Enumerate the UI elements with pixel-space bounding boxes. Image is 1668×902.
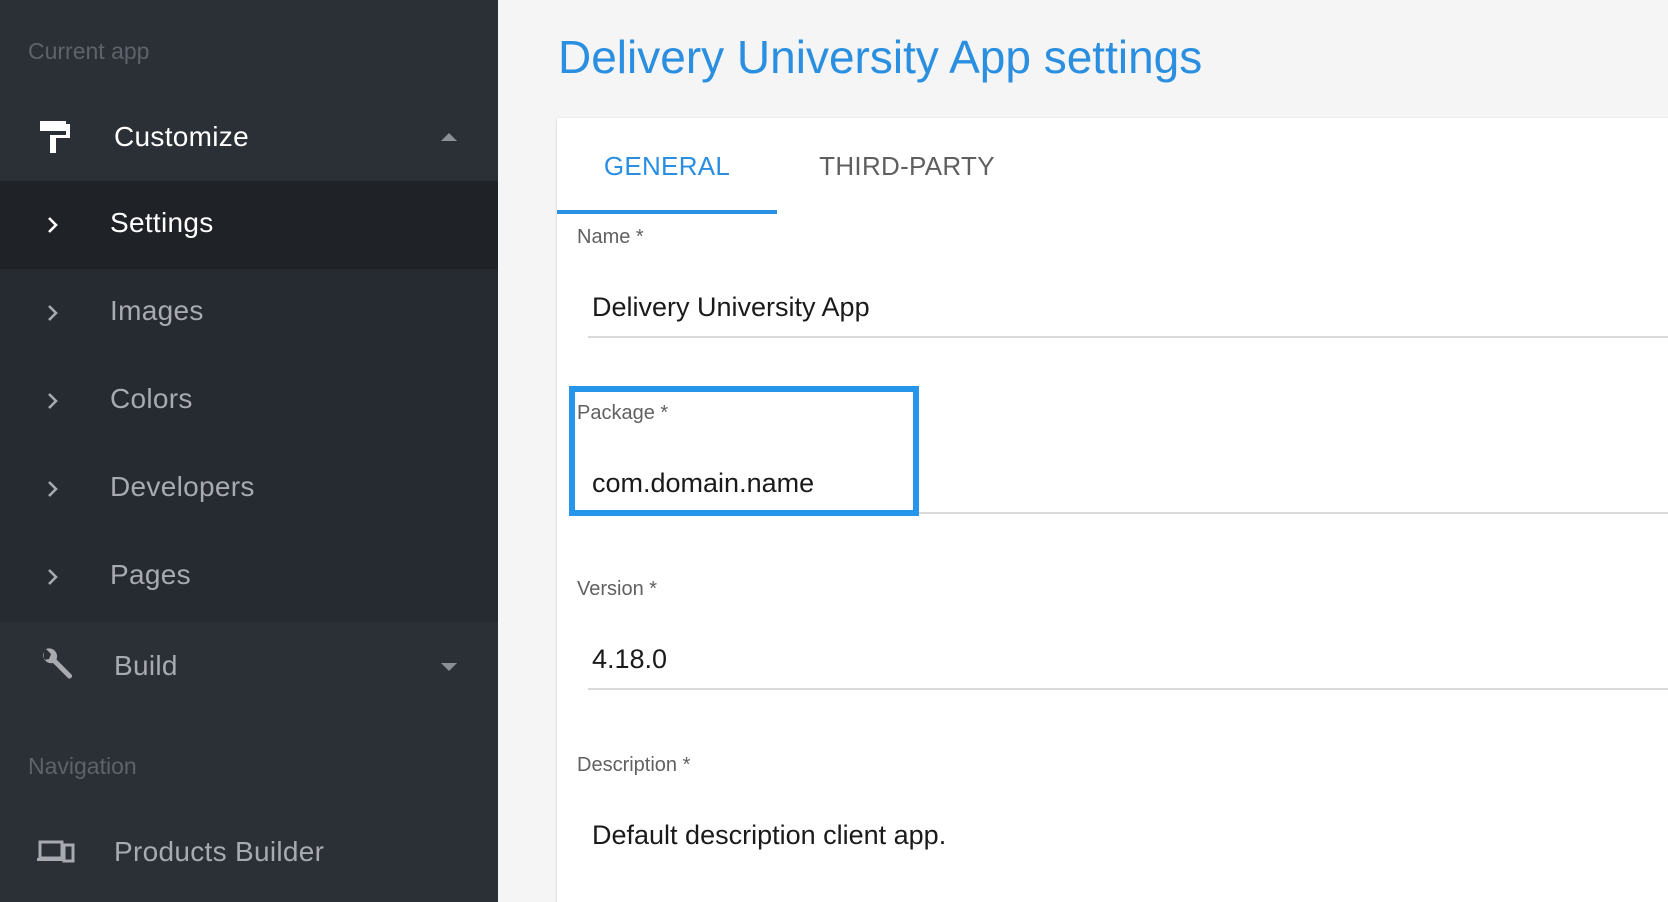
sidebar-item-label: Pages — [110, 559, 191, 590]
sidebar-group-label: Build — [114, 650, 178, 681]
sidebar: Current app Customize Settings Images Co… — [0, 0, 498, 902]
tab-general[interactable]: GENERAL — [557, 118, 777, 214]
sidebar-item-settings[interactable]: Settings — [0, 181, 498, 269]
sidebar-group-label: Customize — [114, 121, 249, 152]
chevron-right-icon — [46, 568, 60, 586]
sidebar-item-developers[interactable]: Developers — [0, 445, 498, 533]
name-input[interactable]: Delivery University App — [592, 292, 870, 323]
current-app-label: Current app — [28, 38, 150, 64]
caret-down-icon — [441, 663, 457, 671]
tab-bar: GENERAL THIRD-PARTY — [557, 118, 1668, 214]
sidebar-group-build[interactable]: Build — [0, 622, 498, 710]
sidebar-item-pages[interactable]: Pages — [0, 533, 498, 621]
sidebar-item-label: Developers — [110, 471, 255, 502]
chevron-right-icon — [46, 392, 60, 410]
page-title: Delivery University App settings — [558, 31, 1203, 83]
chevron-right-icon — [46, 216, 60, 234]
sidebar-item-label: Images — [110, 295, 204, 326]
sidebar-item-products-builder[interactable]: Products Builder — [0, 808, 498, 896]
navigation-label: Navigation — [28, 753, 137, 779]
package-highlight-box — [569, 386, 919, 516]
chevron-right-icon — [46, 480, 60, 498]
sidebar-item-label: Products Builder — [114, 836, 325, 867]
sidebar-item-label: Colors — [110, 383, 193, 414]
active-tab-indicator — [557, 210, 777, 214]
paint-roller-icon — [36, 117, 76, 157]
app-window: Current app Customize Settings Images Co… — [0, 0, 1668, 902]
sidebar-item-images[interactable]: Images — [0, 269, 498, 357]
wrench-icon — [36, 646, 76, 686]
sidebar-item-label: Settings — [110, 207, 214, 238]
caret-up-icon — [441, 133, 457, 141]
customize-submenu: Settings Images Colors Developers Pages — [0, 181, 498, 622]
sidebar-group-customize[interactable]: Customize — [0, 93, 498, 181]
tab-third-party[interactable]: THIRD-PARTY — [787, 118, 1027, 214]
version-underline — [588, 688, 1668, 690]
name-label: Name * — [577, 226, 644, 248]
version-label: Version * — [577, 578, 658, 600]
description-input[interactable]: Default description client app. — [592, 820, 946, 851]
sidebar-item-colors[interactable]: Colors — [0, 357, 498, 445]
name-underline — [588, 336, 1668, 338]
version-input[interactable]: 4.18.0 — [592, 644, 667, 675]
devices-icon — [36, 832, 76, 872]
chevron-right-icon — [46, 304, 60, 322]
description-label: Description * — [577, 754, 691, 776]
